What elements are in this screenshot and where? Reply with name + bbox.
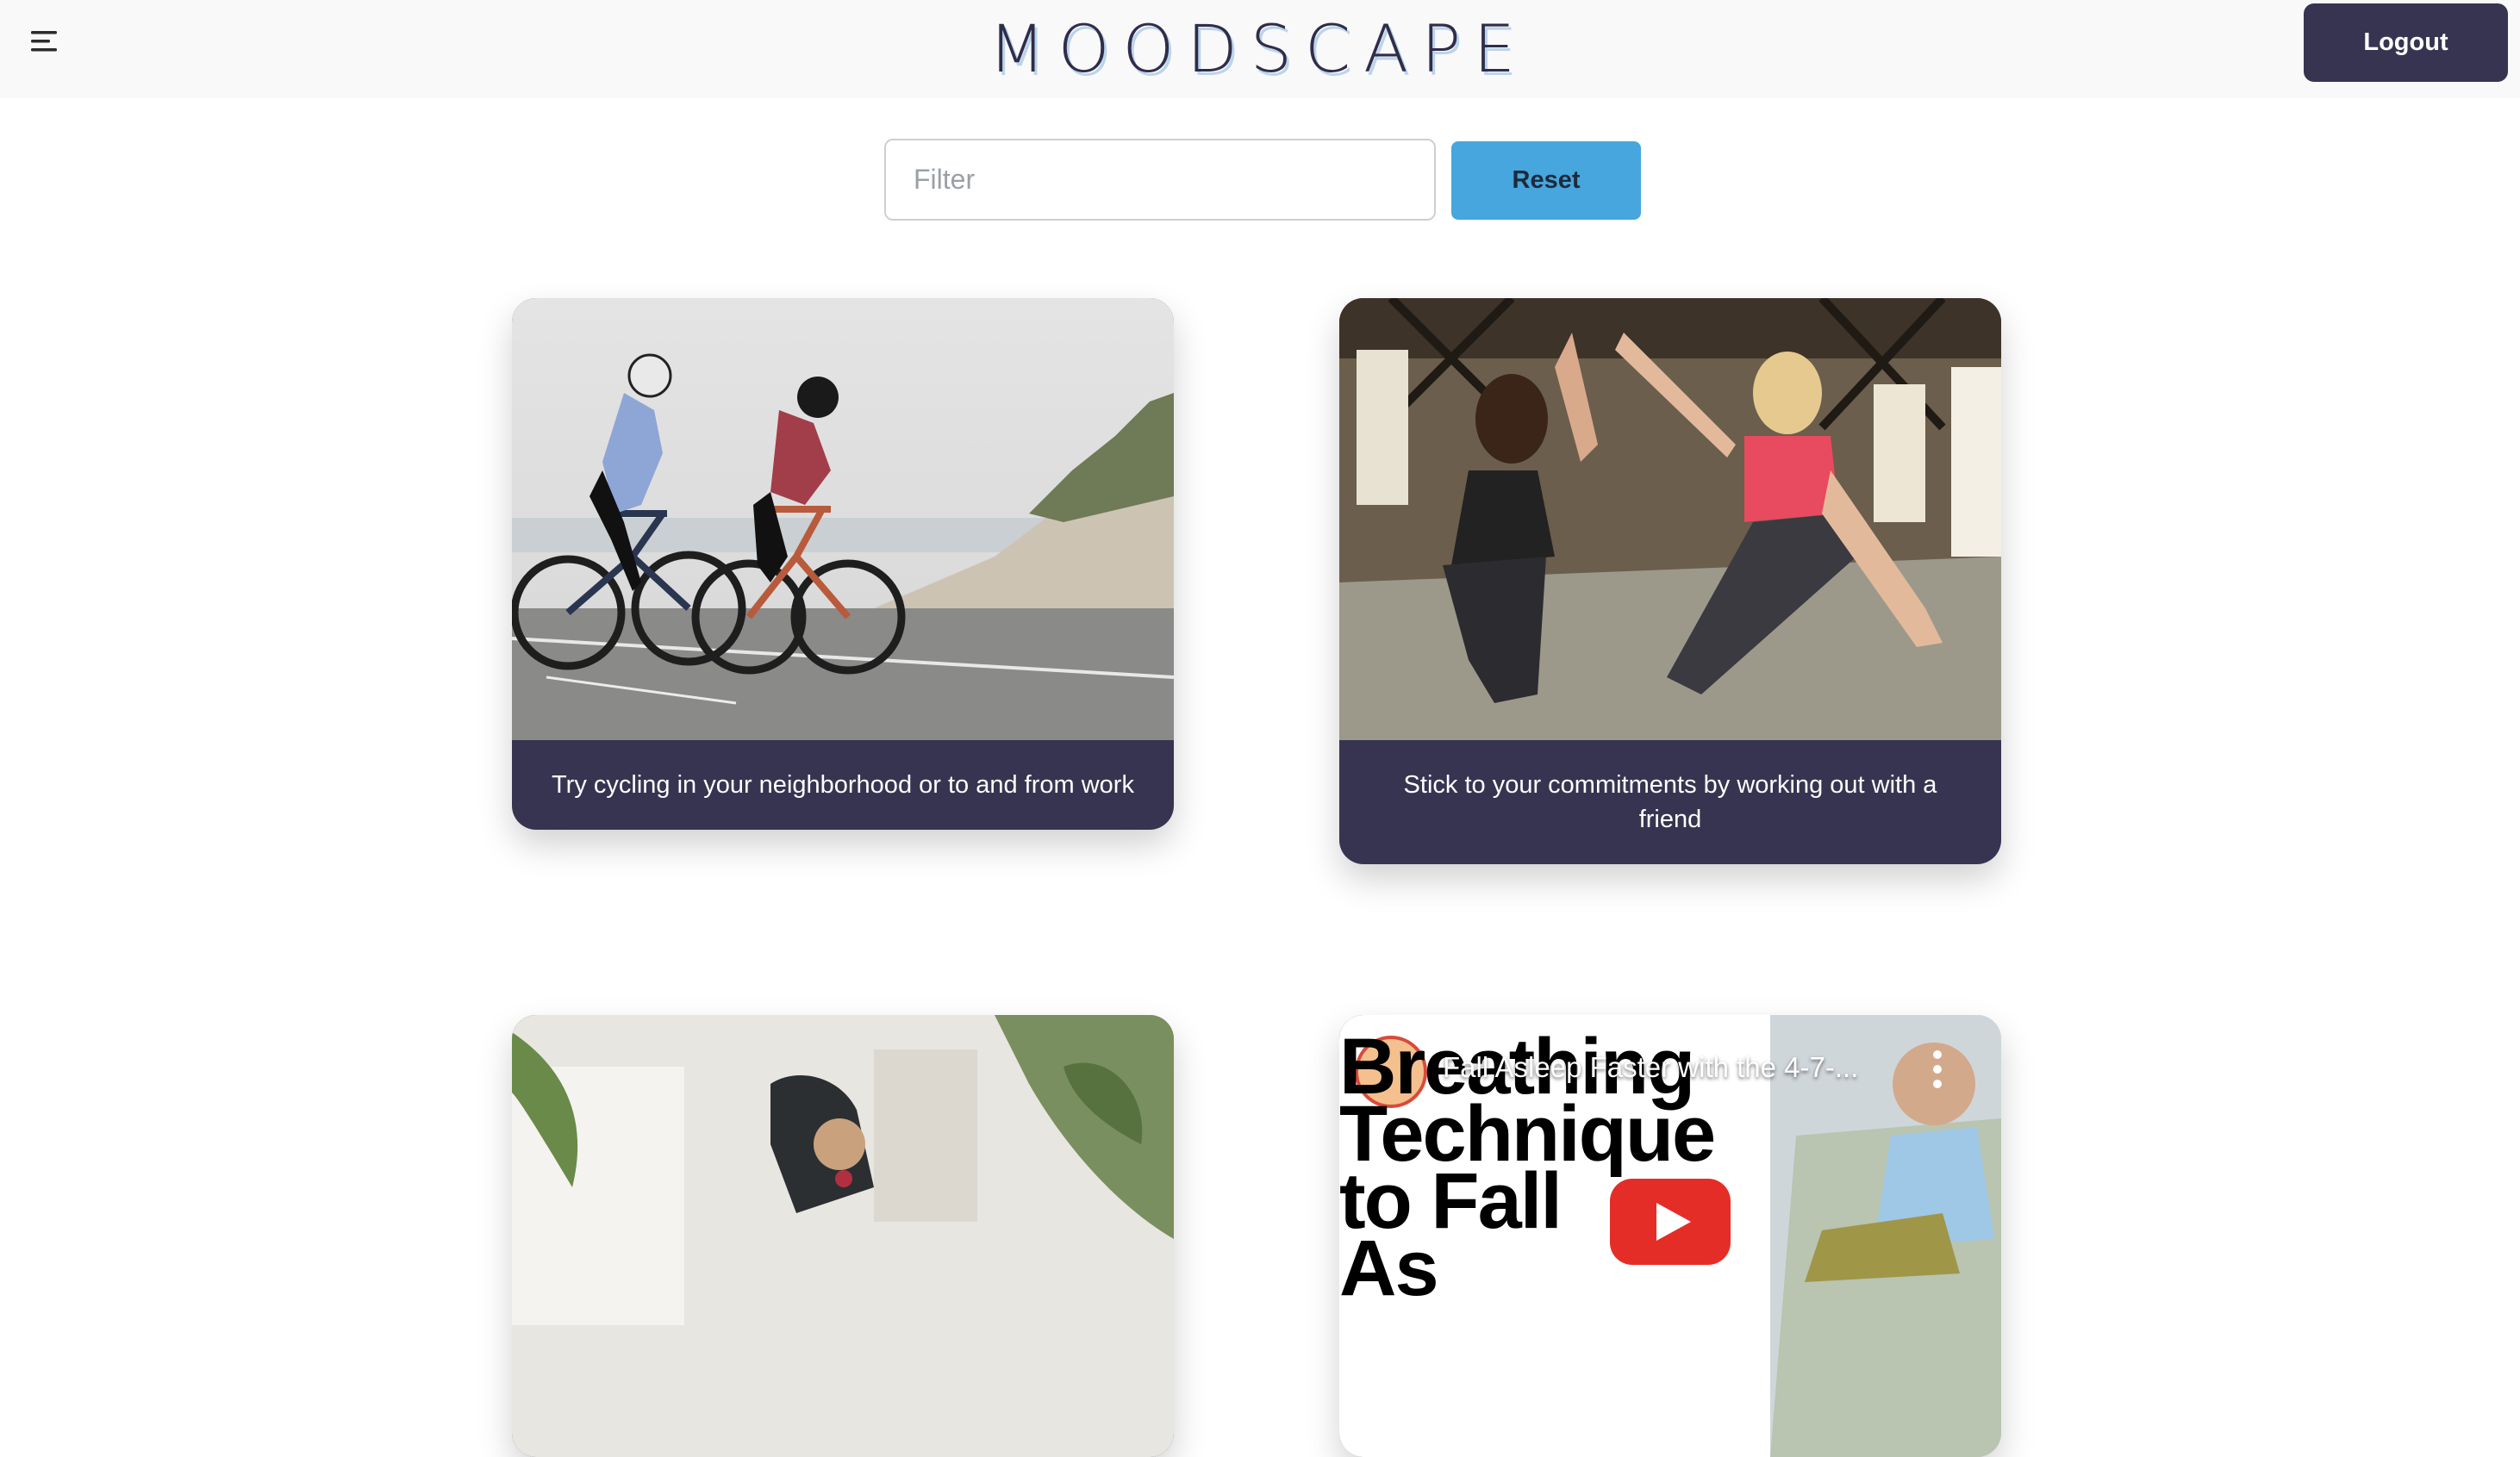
filter-input[interactable]	[884, 139, 1436, 221]
menu-lines-icon	[31, 31, 57, 52]
workout-photo	[1339, 298, 2001, 740]
activity-card-cycling[interactable]: Try cycling in your neighborhood or to a…	[512, 298, 1174, 830]
card-caption: Try cycling in your neighborhood or to a…	[552, 771, 1134, 799]
reset-button[interactable]: Reset	[1451, 141, 1641, 220]
video-player[interactable]: Breathing Technique to Fall As Fall Asle…	[1339, 1015, 2001, 1457]
brand-logo[interactable]: MOODSCAPE	[989, 5, 1528, 91]
menu-button[interactable]	[29, 28, 60, 55]
youtube-play-icon[interactable]	[1610, 1179, 1731, 1265]
activity-card-stretching[interactable]	[512, 1015, 1174, 1457]
stretching-photo	[512, 1015, 1174, 1457]
card-caption: Stick to your commitments by working out…	[1403, 771, 1937, 833]
app-header: MOODSCAPE Logout	[0, 0, 2520, 98]
logout-button[interactable]: Logout	[2304, 3, 2508, 82]
more-vertical-icon[interactable]	[1929, 1048, 1946, 1091]
video-title[interactable]: Fall Asleep Faster with the 4-7-...	[1443, 1051, 1858, 1084]
thumb-line-4: As	[1339, 1224, 1439, 1312]
activity-card-workout-friend[interactable]: Stick to your commitments by working out…	[1339, 298, 2001, 864]
brand-text: MOODSCAPE	[989, 9, 1528, 87]
activity-card-video[interactable]: Breathing Technique to Fall As Fall Asle…	[1339, 1015, 2001, 1457]
cycling-photo	[512, 298, 1174, 740]
